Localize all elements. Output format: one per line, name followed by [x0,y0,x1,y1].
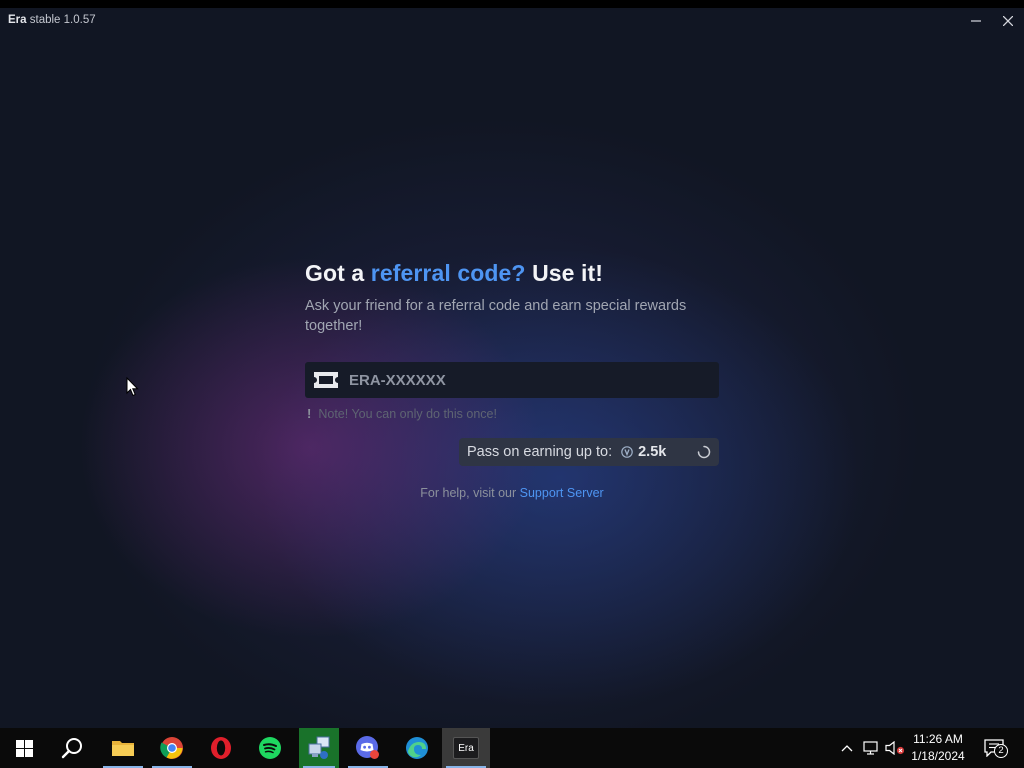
support-server-link[interactable]: Support Server [520,486,604,500]
clock[interactable]: 11:26 AM 1/18/2024 [905,731,971,765]
clock-date: 1/18/2024 [911,749,965,763]
taskbar-app-edge[interactable] [393,728,441,768]
edge-icon [406,737,428,759]
minimize-icon [971,20,981,22]
network-icon [862,741,878,755]
spotify-icon [259,737,281,759]
heading-accent: referral code? [370,260,526,286]
heading-part-2: Use it! [525,260,604,286]
referral-code-input[interactable] [349,362,709,398]
help-prefix: For help, visit our [420,486,520,500]
taskbar-search-button[interactable] [48,728,96,768]
app-name: Era [8,14,27,26]
title-bar[interactable]: Era stable 1.0.57 [0,8,1024,36]
show-hidden-icons-button[interactable] [838,728,856,768]
help-text: For help, visit our Support Server [305,486,719,500]
taskbar-app-opera[interactable] [197,728,245,768]
app-version: stable 1.0.57 [29,14,96,26]
era-window: Era stable 1.0.57 Got a referral code? U… [0,8,1024,728]
discord-icon [356,736,379,759]
taskbar-app-file-explorer[interactable] [99,728,147,768]
heading-part-1: Got a [305,260,371,286]
coin-icon [621,446,633,458]
reward-label: Pass on earning up to: [467,444,613,460]
notification-count-badge: 2 [994,744,1008,758]
minimize-button[interactable] [960,8,992,34]
reward-value: 2.5k [638,444,667,460]
referral-heading: Got a referral code? Use it! [305,260,719,287]
folder-icon [112,741,134,756]
taskbar-app-era[interactable]: Era [442,728,490,768]
start-button[interactable] [0,728,48,768]
windows-logo-icon [15,739,33,757]
network-tray-button[interactable] [860,728,882,768]
era-icon-label: Era [458,742,474,754]
action-center-button[interactable]: 2 [980,728,1008,768]
network-tool-icon [308,736,330,759]
taskbar-app-network-tool[interactable] [299,728,339,768]
loading-spinner-icon [697,445,711,459]
era-icon: Era [453,737,479,759]
window-title: Era stable 1.0.57 [8,14,96,26]
chrome-icon [160,737,183,759]
referral-panel: Got a referral code? Use it! Ask your fr… [305,260,719,500]
taskbar: Era 11:26 AM 1/18/2024 2 [0,728,1024,768]
mouse-cursor-icon [126,377,139,397]
reward-badge: Pass on earning up to: 2.5k [459,438,719,466]
close-button[interactable] [992,8,1024,34]
taskbar-app-spotify[interactable] [246,728,294,768]
volume-tray-button[interactable] [884,728,906,768]
taskbar-app-discord[interactable] [344,728,392,768]
ticket-icon [314,372,338,388]
taskbar-app-chrome[interactable] [148,728,196,768]
opera-icon [211,737,231,759]
close-icon [1003,16,1013,26]
note-text: Note! You can only do this once! [318,406,497,421]
volume-muted-icon [885,741,905,755]
referral-subtitle: Ask your friend for a referral code and … [305,298,687,334]
chevron-up-icon [841,745,853,752]
once-note: ! Note! You can only do this once! [307,406,497,421]
search-icon [61,738,82,759]
clock-time: 11:26 AM [913,732,963,746]
referral-code-field[interactable] [305,362,719,398]
note-mark: ! [307,406,312,421]
